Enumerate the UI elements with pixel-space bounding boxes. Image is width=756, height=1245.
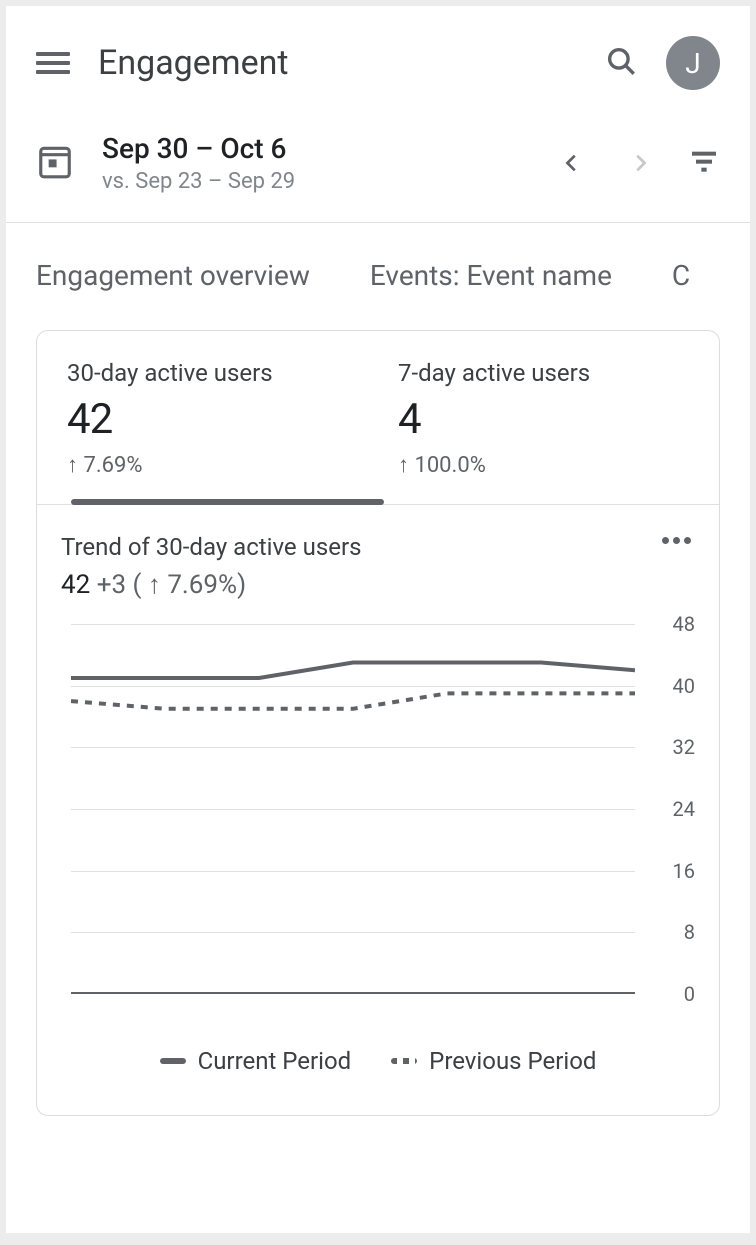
metric-30day-delta: ↑ 7.69% xyxy=(67,452,358,478)
avatar-initial: J xyxy=(685,47,700,80)
legend-swatch-solid xyxy=(160,1058,186,1064)
date-range-picker[interactable]: Sep 30 – Oct 6 vs. Sep 23 – Sep 29 xyxy=(102,132,524,194)
x-axis-labels: Oct 135 xyxy=(71,1004,635,1029)
search-icon[interactable] xyxy=(604,44,638,82)
metric-7day[interactable]: 7-day active users 4 ↑ 100.0% xyxy=(378,359,709,504)
date-range-compare: vs. Sep 23 – Sep 29 xyxy=(102,169,524,194)
tabs: Engagement overview Events: Event name C xyxy=(6,223,750,316)
metric-30day-value: 42 xyxy=(67,395,358,444)
next-period-button xyxy=(620,143,660,183)
engagement-card: 30-day active users 42 ↑ 7.69% 7-day act… xyxy=(36,330,720,1116)
metric-30day-label: 30-day active users xyxy=(67,359,358,387)
page-title: Engagement xyxy=(98,43,576,83)
tab-events[interactable]: Events: Event name xyxy=(370,259,612,316)
calendar-icon[interactable] xyxy=(36,142,74,184)
metric-7day-delta: ↑ 100.0% xyxy=(398,452,689,478)
menu-button[interactable] xyxy=(36,47,70,79)
tab-partial[interactable]: C xyxy=(672,259,690,316)
avatar[interactable]: J xyxy=(666,36,720,90)
legend-previous: Previous Period xyxy=(391,1047,596,1075)
tab-engagement-overview[interactable]: Engagement overview xyxy=(36,259,310,316)
chart-subtitle: 42 +3 ( ↑ 7.69%) xyxy=(61,569,361,600)
chart-legend: Current Period Previous Period xyxy=(61,1047,695,1075)
metric-7day-label: 7-day active users xyxy=(398,359,689,387)
chart-title: Trend of 30-day active users xyxy=(61,533,361,561)
legend-swatch-dashed xyxy=(391,1058,417,1064)
more-icon[interactable] xyxy=(658,533,695,548)
legend-current: Current Period xyxy=(160,1047,352,1075)
filter-icon[interactable] xyxy=(688,145,720,181)
metric-30day[interactable]: 30-day active users 42 ↑ 7.69% xyxy=(47,359,378,504)
metric-7day-value: 4 xyxy=(398,395,689,444)
chart-plot: 081624324048 xyxy=(61,624,695,994)
date-range-primary: Sep 30 – Oct 6 xyxy=(102,132,524,165)
prev-period-button[interactable] xyxy=(552,143,592,183)
